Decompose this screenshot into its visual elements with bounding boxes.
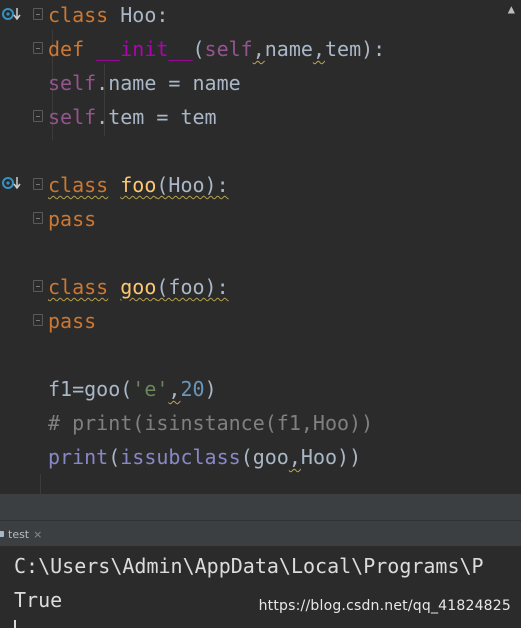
code-token: name [264, 37, 313, 61]
code-token: pass [48, 207, 97, 231]
code-token: (goo [240, 445, 289, 469]
output-line: True [14, 588, 63, 612]
code-editor[interactable]: ▲ class Hoo: def __init__(self,name,tem)… [0, 0, 521, 494]
code-token: Hoo: [108, 3, 169, 27]
watermark: https://blog.csdn.net/qq_41824825 [258, 598, 511, 614]
code-line[interactable]: def __init__(self,name,tem): [48, 34, 385, 64]
code-line[interactable]: pass [48, 204, 96, 234]
code-token: ( [192, 37, 205, 61]
code-token: def [48, 37, 85, 61]
code-token: pass [48, 309, 97, 333]
text-cursor [14, 620, 16, 628]
fold-marker[interactable] [33, 212, 43, 224]
code-token: # print(isinstance(f1,Hoo)) [48, 411, 374, 435]
fold-marker[interactable] [33, 280, 43, 292]
code-token: print [48, 445, 109, 469]
code-token: .name = name [96, 71, 241, 95]
run-output-panel[interactable]: C:\Users\Admin\AppData\Local\Programs\P … [0, 546, 521, 628]
code-line[interactable]: class foo(Hoo): [48, 170, 229, 200]
code-line[interactable]: # print(isinstance(f1,Hoo)) [48, 408, 373, 438]
code-token: class [48, 3, 109, 27]
code-line[interactable]: self.tem = tem [48, 102, 217, 132]
panel-divider[interactable] [0, 494, 521, 520]
code-line[interactable]: self.name = name [48, 68, 241, 98]
code-token: Hoo)) [300, 445, 362, 469]
code-token: (foo): [156, 275, 229, 299]
run-tab-label: test [8, 527, 30, 541]
code-token: class [48, 275, 109, 299]
code-token: goo [120, 275, 157, 299]
code-token: 20 [180, 377, 205, 401]
code-token: , [312, 37, 325, 61]
fold-marker[interactable] [33, 110, 43, 122]
code-token: self [204, 37, 253, 61]
code-token: tem): [324, 37, 386, 61]
code-token: ( [108, 445, 121, 469]
code-token: self [48, 71, 97, 95]
code-token: self [48, 105, 97, 129]
code-token: , [168, 377, 181, 401]
code-line[interactable]: pass [48, 306, 96, 336]
fold-marker[interactable] [33, 178, 43, 190]
code-token: class [48, 173, 109, 197]
code-token: issubclass [120, 445, 241, 469]
code-token: .tem = tem [96, 105, 217, 129]
code-line[interactable]: class Hoo: [48, 0, 168, 30]
run-tab[interactable]: test × [0, 521, 48, 547]
fold-marker[interactable] [33, 42, 43, 54]
close-icon[interactable]: × [33, 528, 42, 541]
code-line[interactable]: print(issubclass(goo,Hoo)) [48, 442, 361, 472]
indent-guide [40, 474, 41, 494]
output-line: C:\Users\Admin\AppData\Local\Programs\P [14, 554, 484, 578]
code-token: f1=goo( [48, 377, 133, 401]
code-token: foo [120, 173, 157, 197]
code-token: , [252, 37, 265, 61]
code-token: 'e' [132, 377, 169, 401]
code-token: ) [204, 377, 217, 401]
warning-icon[interactable]: ▲ [508, 2, 515, 16]
run-tab-strip: test × [0, 520, 521, 547]
code-line[interactable]: f1=goo('e',20) [48, 374, 217, 404]
code-token: __init__ [96, 37, 193, 61]
overridden-icon[interactable] [2, 6, 22, 22]
code-token: (Hoo): [156, 173, 229, 197]
fold-marker[interactable] [33, 8, 43, 20]
code-line[interactable]: class goo(foo): [48, 272, 229, 302]
fold-marker[interactable] [33, 314, 43, 326]
overridden-icon[interactable] [2, 175, 22, 191]
run-config-icon [0, 531, 4, 537]
code-token: , [288, 445, 301, 469]
